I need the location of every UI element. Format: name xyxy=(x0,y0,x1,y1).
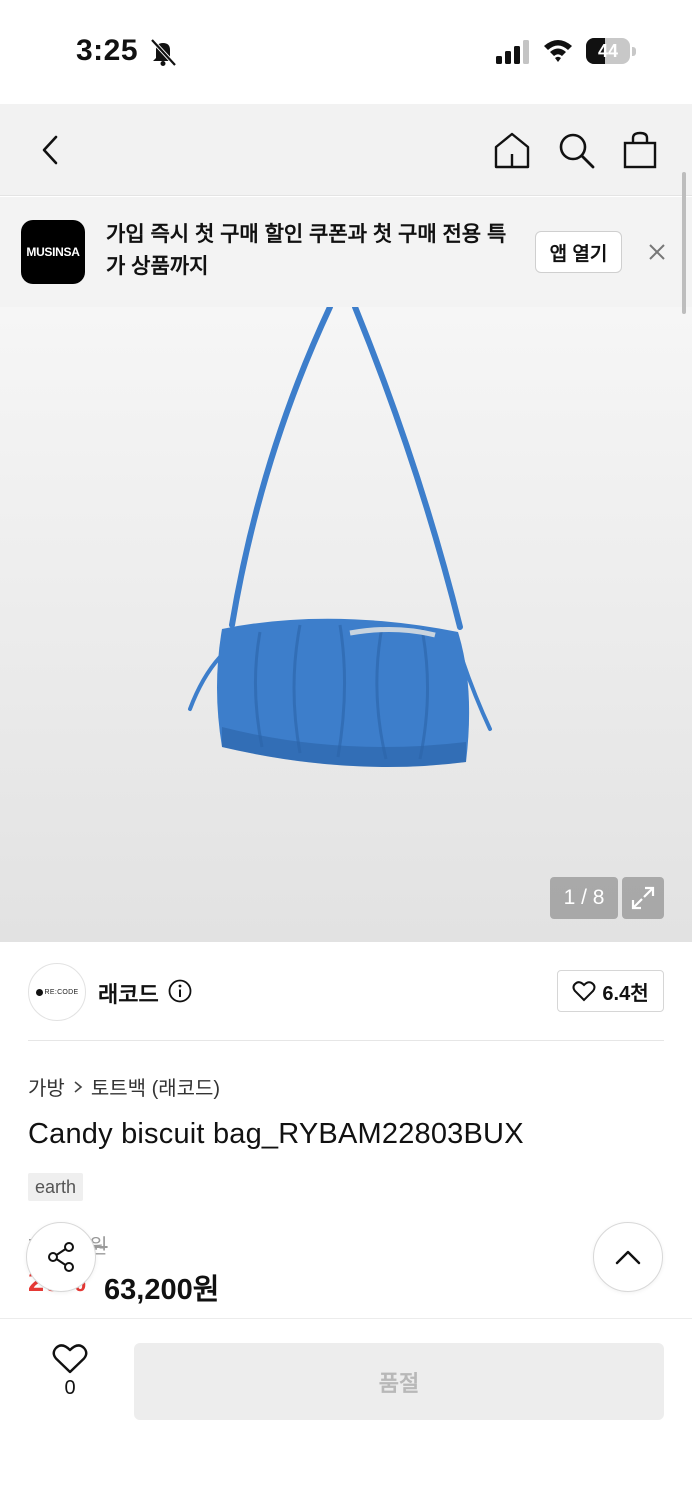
battery-level: 44 xyxy=(597,41,619,61)
wishlist-button[interactable]: 0 xyxy=(40,1343,100,1413)
section-divider xyxy=(28,1040,664,1041)
scroll-to-top-button[interactable] xyxy=(593,1222,663,1292)
product-tag[interactable]: earth xyxy=(28,1173,84,1201)
cart-button[interactable] xyxy=(618,128,662,172)
home-button[interactable] xyxy=(490,128,534,172)
status-time: 3:25 xyxy=(76,34,139,67)
brand-logo-text: RE:CODE xyxy=(44,988,79,996)
search-icon xyxy=(559,133,595,169)
category-breadcrumb: 가방 토트백 (래코드) xyxy=(28,1072,220,1101)
image-counter: 1 / 8 xyxy=(550,877,618,919)
open-app-button[interactable]: 앱 열기 xyxy=(535,231,622,273)
product-image-blue-bag xyxy=(188,307,492,767)
sale-price: 63,200원 xyxy=(104,1274,220,1306)
banner-message: 가입 즉시 첫 구매 할인 쿠폰과 첫 구매 전용 특가 상품까지 xyxy=(106,223,507,278)
heart-icon xyxy=(572,981,596,1002)
breadcrumb-category[interactable]: 가방 xyxy=(28,1072,65,1101)
back-chevron-icon xyxy=(42,135,58,165)
purchase-bottom-bar: 0 품절 xyxy=(0,1318,692,1500)
expand-icon xyxy=(631,886,655,910)
wishlist-count: 0 xyxy=(64,1377,76,1399)
chevron-right-icon xyxy=(74,1080,83,1093)
home-icon xyxy=(494,132,530,169)
product-title: Candy biscuit bag_RYBAM22803BUX xyxy=(28,1118,524,1150)
brand-like-count: 6.4천 xyxy=(602,982,649,1005)
wifi-icon xyxy=(544,40,572,62)
close-icon xyxy=(649,244,665,260)
status-bar: 3:25 44 xyxy=(0,0,692,104)
cellular-signal-icon xyxy=(496,40,529,64)
top-navigation-bar xyxy=(0,104,692,196)
shopping-bag-icon xyxy=(623,131,657,169)
search-button[interactable] xyxy=(554,128,598,172)
page-scrollbar[interactable] xyxy=(682,172,686,314)
breadcrumb-subcategory[interactable]: 토트백 (래코드) xyxy=(91,1072,220,1101)
brand-name[interactable]: 래코드 xyxy=(98,977,159,1009)
brand-like-button[interactable]: 6.4천 xyxy=(557,970,664,1012)
expand-image-button[interactable] xyxy=(622,877,664,919)
share-icon xyxy=(48,1242,74,1272)
back-button[interactable] xyxy=(28,128,72,172)
musinsa-app-logo: MUSINSA xyxy=(21,220,85,284)
info-icon[interactable] xyxy=(168,979,192,1003)
app-install-banner: MUSINSA 가입 즉시 첫 구매 할인 쿠폰과 첫 구매 전용 특가 상품까… xyxy=(0,197,692,307)
soldout-button[interactable]: 품절 xyxy=(134,1343,664,1420)
chevron-up-icon xyxy=(615,1250,641,1265)
share-button[interactable] xyxy=(26,1222,96,1292)
banner-close-button[interactable] xyxy=(640,235,674,269)
heart-icon xyxy=(52,1344,88,1374)
brand-logo[interactable]: RE:CODE xyxy=(28,963,86,1021)
brand-row: RE:CODE 래코드 6.4천 xyxy=(28,963,664,1021)
bell-muted-icon xyxy=(150,38,177,66)
product-image-gallery[interactable]: 1 / 8 xyxy=(0,307,692,942)
battery-indicator: 44 xyxy=(586,38,636,64)
